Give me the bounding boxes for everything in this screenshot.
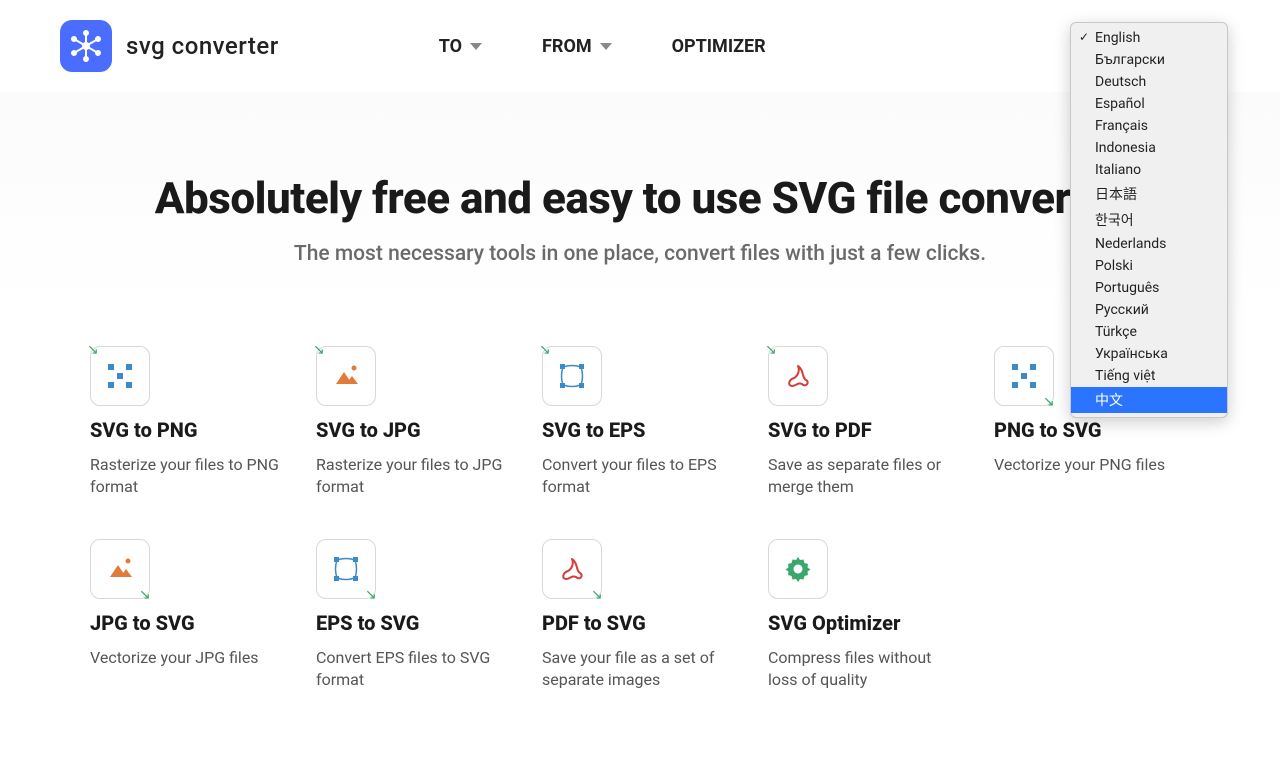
- language-option[interactable]: 中文: [1071, 387, 1227, 413]
- language-dropdown[interactable]: EnglishБългарскиDeutschEspañolFrançaisIn…: [1070, 22, 1228, 418]
- nav-to[interactable]: TO: [439, 36, 482, 57]
- language-option[interactable]: Español: [1071, 93, 1227, 115]
- language-option[interactable]: Русский: [1071, 299, 1227, 321]
- language-option[interactable]: Italiano: [1071, 159, 1227, 181]
- tool-card[interactable]: ↘ SVG to PDF Save as separate files or mer…: [768, 346, 964, 499]
- card-title: SVG Optimizer: [768, 611, 964, 635]
- language-option[interactable]: Tiếng việt: [1071, 365, 1227, 387]
- nav-optimizer[interactable]: OPTIMIZER: [672, 36, 766, 57]
- card-icon: ↘: [768, 346, 828, 406]
- tool-card[interactable]: ↘ SVG to PNG Rasterize your files to PNG f…: [90, 346, 286, 499]
- page-title: Absolutely free and easy to use SVG file…: [60, 172, 1220, 224]
- language-option[interactable]: Nederlands: [1071, 233, 1227, 255]
- language-option[interactable]: Українська: [1071, 343, 1227, 365]
- tool-card[interactable]: ↘ PDF to SVG Save your file as a set of se…: [542, 539, 738, 692]
- card-title: EPS to SVG: [316, 611, 512, 635]
- arrow-icon: ↘: [139, 588, 153, 602]
- logo-text: svg converter: [126, 32, 279, 60]
- tool-card[interactable]: ↘ SVG to EPS Convert your files to EPS for…: [542, 346, 738, 499]
- card-title: SVG to PNG: [90, 418, 286, 442]
- nav-from[interactable]: FROM: [542, 36, 612, 57]
- card-title: SVG to EPS: [542, 418, 738, 442]
- arrow-icon: ↘: [365, 588, 379, 602]
- card-description: Vectorize your JPG files: [90, 647, 286, 669]
- language-option[interactable]: Български: [1071, 49, 1227, 71]
- arrow-icon: ↘: [1043, 395, 1057, 409]
- card-description: Vectorize your PNG files: [994, 454, 1190, 476]
- language-option[interactable]: 한국어: [1071, 207, 1227, 233]
- nav-to-label: TO: [439, 36, 462, 57]
- card-title: PNG to SVG: [994, 418, 1190, 442]
- card-icon: ↘: [316, 346, 376, 406]
- card-description: Rasterize your files to JPG format: [316, 454, 512, 499]
- language-option[interactable]: Português: [1071, 277, 1227, 299]
- card-title: SVG to PDF: [768, 418, 964, 442]
- card-icon: [768, 539, 828, 599]
- card-icon: ↘: [90, 539, 150, 599]
- chevron-down-icon: [470, 43, 482, 50]
- chevron-down-icon: [600, 43, 612, 50]
- card-description: Convert EPS files to SVG format: [316, 647, 512, 692]
- arrow-icon: ↘: [591, 588, 605, 602]
- card-icon: ↘: [542, 539, 602, 599]
- language-option[interactable]: English: [1071, 27, 1227, 49]
- card-title: JPG to SVG: [90, 611, 286, 635]
- card-icon: ↘: [542, 346, 602, 406]
- logo[interactable]: svg converter: [60, 20, 279, 72]
- tool-card[interactable]: ↘ JPG to SVG Vectorize your JPG files: [90, 539, 286, 692]
- tool-card[interactable]: SVG Optimizer Compress files without loss…: [768, 539, 964, 692]
- card-icon: ↘: [90, 346, 150, 406]
- card-description: Compress files without loss of quality: [768, 647, 964, 692]
- nav-from-label: FROM: [542, 36, 592, 57]
- language-option[interactable]: Deutsch: [1071, 71, 1227, 93]
- tool-card[interactable]: ↘ EPS to SVG Convert EPS files to SVG form…: [316, 539, 512, 692]
- language-option[interactable]: Français: [1071, 115, 1227, 137]
- language-option[interactable]: 日本語: [1071, 181, 1227, 207]
- logo-icon: [60, 20, 112, 72]
- card-title: SVG to JPG: [316, 418, 512, 442]
- card-icon: ↘: [316, 539, 376, 599]
- card-description: Save your file as a set of separate imag…: [542, 647, 738, 692]
- nav-optimizer-label: OPTIMIZER: [672, 36, 766, 57]
- language-option[interactable]: Polski: [1071, 255, 1227, 277]
- card-description: Save as separate files or merge them: [768, 454, 964, 499]
- arrow-icon: ↘: [539, 343, 553, 357]
- language-option[interactable]: Indonesia: [1071, 137, 1227, 159]
- main-nav: TO FROM OPTIMIZER: [439, 36, 766, 57]
- card-title: PDF to SVG: [542, 611, 738, 635]
- card-icon: ↘: [994, 346, 1054, 406]
- arrow-icon: ↘: [765, 343, 779, 357]
- arrow-icon: ↘: [87, 343, 101, 357]
- arrow-icon: ↘: [313, 343, 327, 357]
- tool-card[interactable]: ↘ SVG to JPG Rasterize your files to JPG f…: [316, 346, 512, 499]
- card-description: Rasterize your files to PNG format: [90, 454, 286, 499]
- language-option[interactable]: Türkçe: [1071, 321, 1227, 343]
- card-description: Convert your files to EPS format: [542, 454, 738, 499]
- page-subtitle: The most necessary tools in one place, c…: [60, 242, 1220, 266]
